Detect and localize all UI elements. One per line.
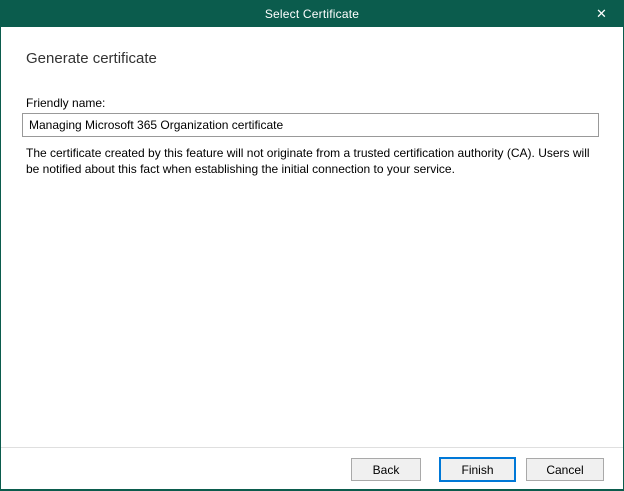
titlebar: Select Certificate ✕	[0, 0, 624, 27]
page-title: Generate certificate	[26, 50, 157, 67]
window-title: Select Certificate	[265, 7, 359, 21]
select-certificate-dialog: Select Certificate ✕ Generate certificat…	[0, 0, 624, 491]
friendly-name-input[interactable]	[22, 113, 599, 137]
footer-separator	[1, 447, 623, 448]
certificate-description-text: The certificate created by this feature …	[26, 145, 604, 177]
dialog-body: Generate certificate Friendly name: The …	[0, 27, 624, 491]
back-button[interactable]: Back	[351, 458, 421, 481]
close-icon[interactable]: ✕	[579, 0, 624, 27]
cancel-button[interactable]: Cancel	[526, 458, 604, 481]
friendly-name-label: Friendly name:	[26, 96, 105, 110]
finish-button[interactable]: Finish	[439, 457, 516, 482]
